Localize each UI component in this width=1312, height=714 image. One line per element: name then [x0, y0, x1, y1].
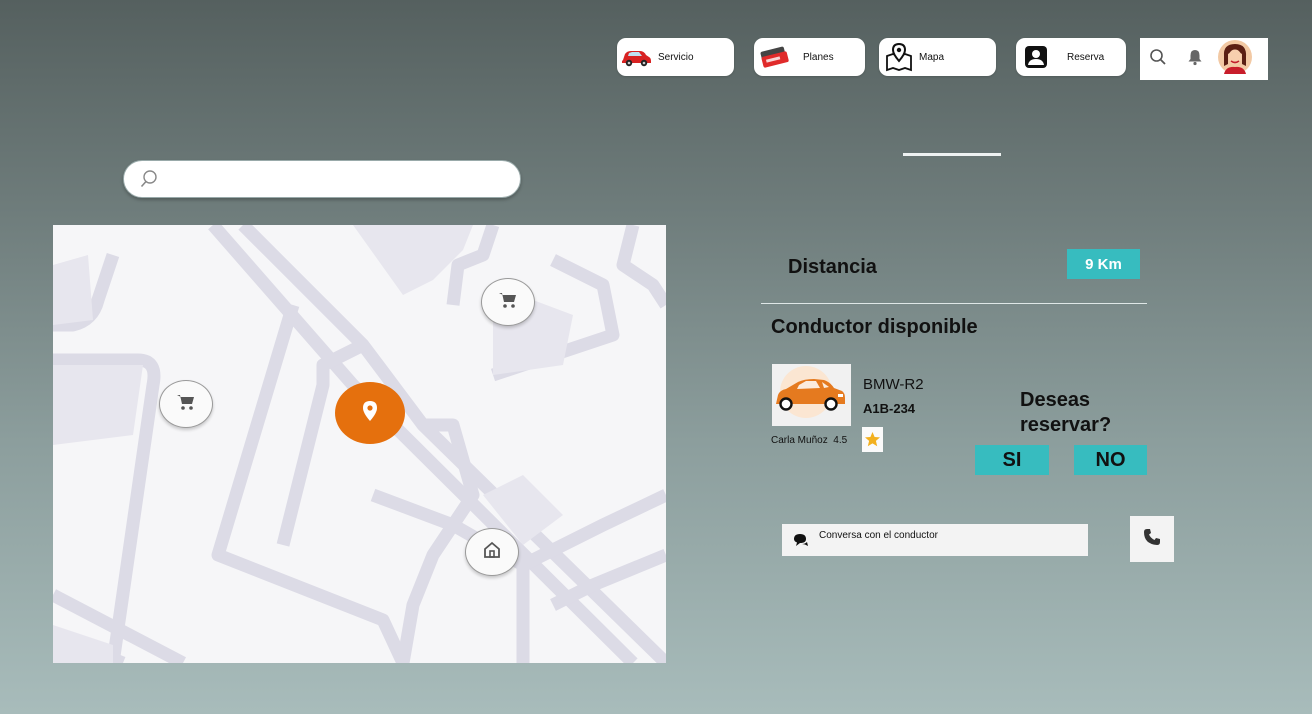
home-icon: [482, 540, 502, 565]
reserve-question-line2: reservar?: [1020, 414, 1112, 436]
home-marker[interactable]: [465, 528, 519, 576]
header-actions: [1140, 38, 1268, 80]
search-icon[interactable]: [1149, 48, 1167, 71]
location-pin-icon: [362, 400, 378, 427]
current-location-marker[interactable]: [335, 382, 405, 444]
user-card-icon: [1023, 44, 1049, 70]
nav-servicio-button[interactable]: Servicio: [617, 38, 734, 76]
panel-handle[interactable]: [903, 153, 1001, 156]
nav-mapa-label: Mapa: [919, 51, 945, 63]
chat-input[interactable]: Conversa con el conductor: [782, 524, 1088, 556]
star-icon: [862, 427, 883, 452]
map-pin-icon: [884, 42, 914, 72]
distance-badge: 9 Km: [1067, 249, 1140, 279]
car-model: BMW-R2: [863, 376, 924, 393]
chat-placeholder: Conversa con el conductor: [819, 530, 938, 541]
car-image: [772, 364, 851, 426]
cart-icon: [498, 291, 518, 314]
map-search-bar[interactable]: [123, 160, 521, 198]
divider: [761, 303, 1147, 304]
nav-servicio-label: Servicio: [658, 51, 694, 63]
nav-reserva-button[interactable]: Reserva: [1016, 38, 1126, 76]
driver-info: Carla Muñoz 4.5: [771, 435, 847, 446]
nav-mapa-button[interactable]: Mapa: [879, 38, 996, 76]
driver-rating: 4.5: [833, 435, 848, 446]
red-car-icon: [620, 46, 652, 68]
nav-planes-label: Planes: [803, 51, 834, 63]
map-view[interactable]: [53, 225, 666, 663]
reserve-question-line1: Deseas: [1020, 389, 1091, 411]
reserve-yes-button[interactable]: SI: [975, 445, 1049, 475]
car-plate: A1B-234: [863, 401, 916, 416]
bell-icon[interactable]: [1186, 48, 1204, 71]
cart-marker[interactable]: [159, 380, 213, 428]
reserve-no-button[interactable]: NO: [1074, 445, 1147, 475]
reserve-question: Deseas reservar?: [1020, 388, 1111, 438]
search-icon: [139, 169, 159, 194]
driver-name: Carla Muñoz: [771, 435, 828, 446]
cart-icon: [176, 393, 196, 416]
phone-icon: [1143, 528, 1161, 551]
plans-ticket-icon: [757, 44, 791, 70]
driver-heading: Conductor disponible: [771, 316, 978, 338]
chat-bubble-icon: [793, 533, 809, 553]
nav-reserva-label: Reserva: [1067, 51, 1105, 63]
map-roads: [53, 225, 666, 663]
cart-marker[interactable]: [481, 278, 535, 326]
nav-planes-button[interactable]: Planes: [754, 38, 865, 76]
call-button[interactable]: [1130, 516, 1174, 562]
search-input[interactable]: [168, 168, 502, 192]
distance-label: Distancia: [788, 256, 877, 278]
avatar[interactable]: [1218, 39, 1252, 79]
